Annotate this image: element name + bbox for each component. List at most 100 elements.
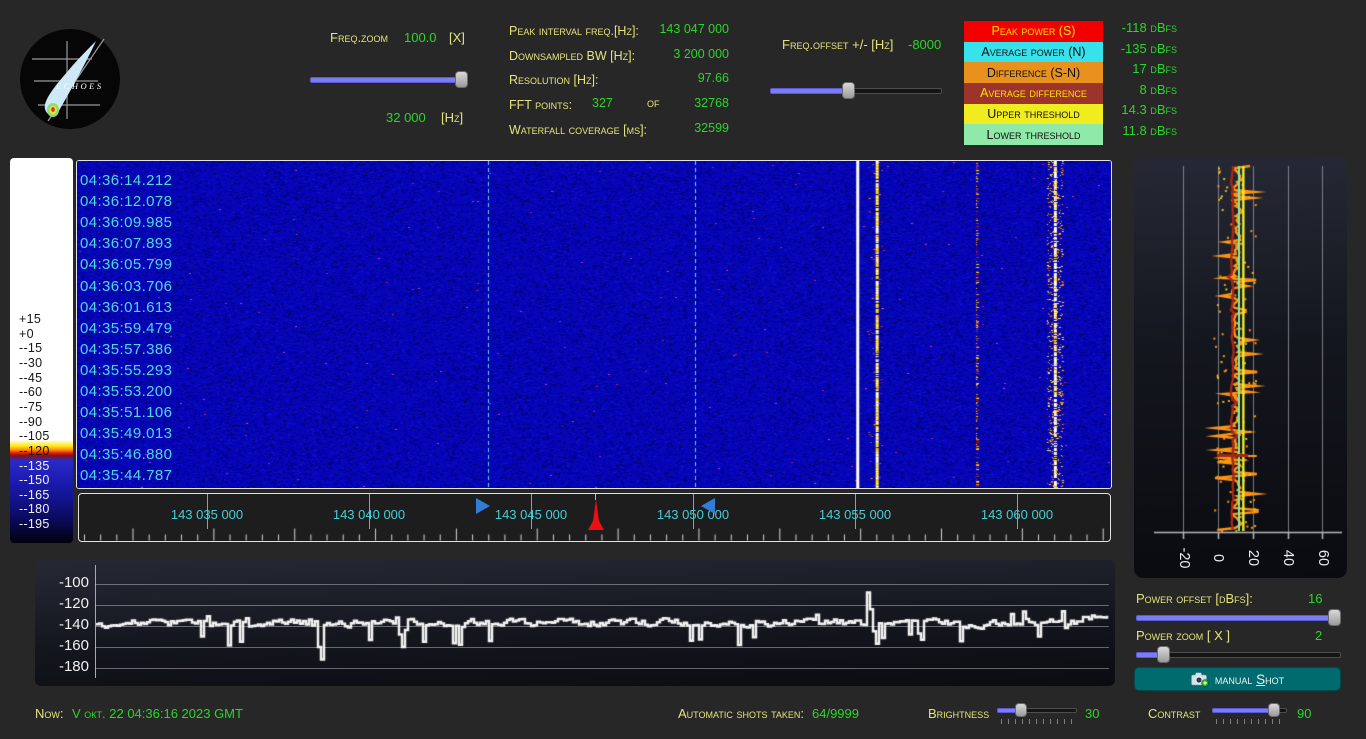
manual-shot-button[interactable]: manual Shot xyxy=(1134,667,1341,691)
contrast-slider-handle[interactable] xyxy=(1268,703,1280,717)
power-offset-label: Power offset [dBfs]: xyxy=(1136,591,1253,606)
stat-bw-value: 3 200 000 xyxy=(673,47,729,61)
freq-offset-slider-handle[interactable] xyxy=(842,82,855,99)
freq-offset-label: Freq.offset +/- [Hz] xyxy=(782,37,893,52)
waterfall-timestamp: 04:35:53.200 xyxy=(80,383,172,400)
spectrum-canvas xyxy=(96,566,1109,680)
stat-resolution-label: Resolution [Hz]: xyxy=(509,73,598,87)
waterfall-timestamp: 04:36:03.706 xyxy=(80,278,172,295)
contrast-value: 90 xyxy=(1297,706,1311,721)
echoes-app: ECHOES Freq.zoom 100.0 [X] 32 000 [Hz] P… xyxy=(0,0,1366,739)
power-offset-slider[interactable] xyxy=(1136,609,1341,626)
colorbar-label: --150 xyxy=(19,473,50,487)
power-zoom-value: 2 xyxy=(1315,628,1322,643)
colorbar-label: --15 xyxy=(19,341,42,355)
contrast-label: Contrast xyxy=(1148,706,1200,721)
colorbar-label: --120 xyxy=(19,444,50,458)
power-history-plot: -200204060 xyxy=(1134,158,1347,578)
waterfall-timestamp: 04:36:09.985 xyxy=(80,214,172,231)
stat-bw-label: Downsampled BW [Hz]: xyxy=(509,49,635,63)
logo-text: ECHOES xyxy=(55,81,104,91)
colorbar-label: --165 xyxy=(19,488,50,502)
camera-icon xyxy=(1191,672,1209,687)
freq-zoom-value: 100.0 xyxy=(404,30,437,45)
legend-value: -135 dBfs xyxy=(1040,41,1177,62)
power-offset-value: 16 xyxy=(1308,591,1322,606)
power-axis-tick-label: 40 xyxy=(1280,541,1296,575)
freq-offset-slider-fill xyxy=(770,88,850,94)
freq-offset-slider[interactable] xyxy=(770,82,942,99)
peak-marker-stem xyxy=(595,494,596,500)
waterfall-canvas xyxy=(77,161,1111,488)
colorbar-label: --30 xyxy=(19,356,42,370)
power-zoom-slider-handle[interactable] xyxy=(1157,646,1170,663)
waterfall-timestamp: 04:36:14.212 xyxy=(80,172,172,189)
power-zoom-label: Power zoom [ X ] xyxy=(1136,628,1230,643)
power-axis-tick-label: 0 xyxy=(1210,541,1226,575)
waterfall-panel: 04:36:14.212 04:36:12.078 04:36:09.985 04:3… xyxy=(76,160,1112,489)
power-axis-tick-label: -20 xyxy=(1176,541,1192,575)
legend-value: 11.8 dBfs xyxy=(1040,123,1177,144)
now-value: V окт. 22 04:36:16 2023 GMT xyxy=(72,706,243,721)
frequency-scale: 143 035 000143 040 000143 045 000143 050… xyxy=(78,493,1111,542)
spectrum-y-label: -140 xyxy=(39,616,89,633)
freq-zoom-slider-fill xyxy=(310,77,468,83)
spectrum-plot: -100-120-140-160-180 xyxy=(35,560,1115,686)
contrast-slider[interactable] xyxy=(1212,703,1287,717)
interval-start-arrow-icon[interactable] xyxy=(476,498,490,514)
freq-zoom-unit: [X] xyxy=(449,30,465,45)
contrast-slider-fill xyxy=(1212,708,1274,713)
colorbar-label: --180 xyxy=(19,502,50,516)
echoes-logo: ECHOES xyxy=(20,28,120,130)
colorbar-label: --135 xyxy=(19,459,50,473)
waterfall-timestamp: 04:36:05.799 xyxy=(80,256,172,273)
shots-taken-value: 64/9999 xyxy=(812,706,859,721)
frequency-label: 143 060 000 xyxy=(957,507,1077,522)
waterfall-timestamp: 04:36:12.078 xyxy=(80,193,172,210)
legend-value: 14.3 dBfs xyxy=(1040,102,1177,123)
stat-resolution-value: 97.66 xyxy=(698,71,729,85)
brightness-slider-handle[interactable] xyxy=(1015,703,1027,717)
brightness-slider-ticks xyxy=(1001,719,1073,724)
waterfall-timestamp: 04:35:49.013 xyxy=(80,425,172,442)
legend-value: 17 dBfs xyxy=(1040,61,1177,82)
freq-zoom-slider-handle[interactable] xyxy=(455,71,468,88)
waterfall-timestamp: 04:36:01.613 xyxy=(80,299,172,316)
waterfall-timestamp: 04:35:59.479 xyxy=(80,320,172,337)
legend-value: -118 dBfs xyxy=(1040,20,1177,41)
contrast-slider-ticks xyxy=(1216,719,1284,724)
frequency-label: 143 035 000 xyxy=(147,507,267,522)
colorbar-label: --105 xyxy=(19,429,50,443)
power-colorbar: +15+0--15--30--45--60--75--90--105--120-… xyxy=(10,158,73,543)
power-offset-slider-fill xyxy=(1136,615,1341,621)
stat-peak-freq-label: Peak interval freq.[Hz]: xyxy=(509,24,639,38)
stat-fft-value: 327 xyxy=(592,96,613,110)
freq-zoom-slider[interactable] xyxy=(310,71,468,88)
legend-values: -118 dBfs-135 dBfs17 dBfs8 dBfs14.3 dBfs… xyxy=(1040,20,1177,144)
manual-shot-label: manual Shot xyxy=(1215,672,1284,687)
colorbar-label: --195 xyxy=(19,517,50,531)
power-axis-tick-label: 20 xyxy=(1245,541,1261,575)
stat-peak-freq-value: 143 047 000 xyxy=(659,22,729,36)
freq-zoom-label: Freq.zoom xyxy=(330,30,388,45)
colorbar-label: --45 xyxy=(19,371,42,385)
now-label: Now: xyxy=(35,706,64,721)
brightness-slider[interactable] xyxy=(997,703,1077,717)
frequency-label: 143 055 000 xyxy=(795,507,915,522)
freq-span-value: 32 000 xyxy=(386,110,426,125)
power-zoom-slider[interactable] xyxy=(1136,646,1341,663)
frequency-label: 143 040 000 xyxy=(309,507,429,522)
spectrum-y-label: -120 xyxy=(39,595,89,612)
power-history-canvas xyxy=(1134,158,1347,558)
stat-coverage-label: Waterfall coverage [ms]: xyxy=(509,123,647,137)
stat-fft-label: FFT points: xyxy=(509,98,572,112)
interval-end-arrow-icon[interactable] xyxy=(701,498,715,514)
spectrum-y-label: -160 xyxy=(39,637,89,654)
power-offset-slider-handle[interactable] xyxy=(1328,609,1341,626)
colorbar-label: +15 xyxy=(19,312,41,326)
waterfall-timestamp: 04:35:51.106 xyxy=(80,404,172,421)
waterfall-timestamp: 04:35:57.386 xyxy=(80,341,172,358)
freq-span-unit: [Hz] xyxy=(441,110,463,125)
frequency-label: 143 050 000 xyxy=(633,507,753,522)
waterfall-timestamp: 04:35:55.293 xyxy=(80,362,172,379)
